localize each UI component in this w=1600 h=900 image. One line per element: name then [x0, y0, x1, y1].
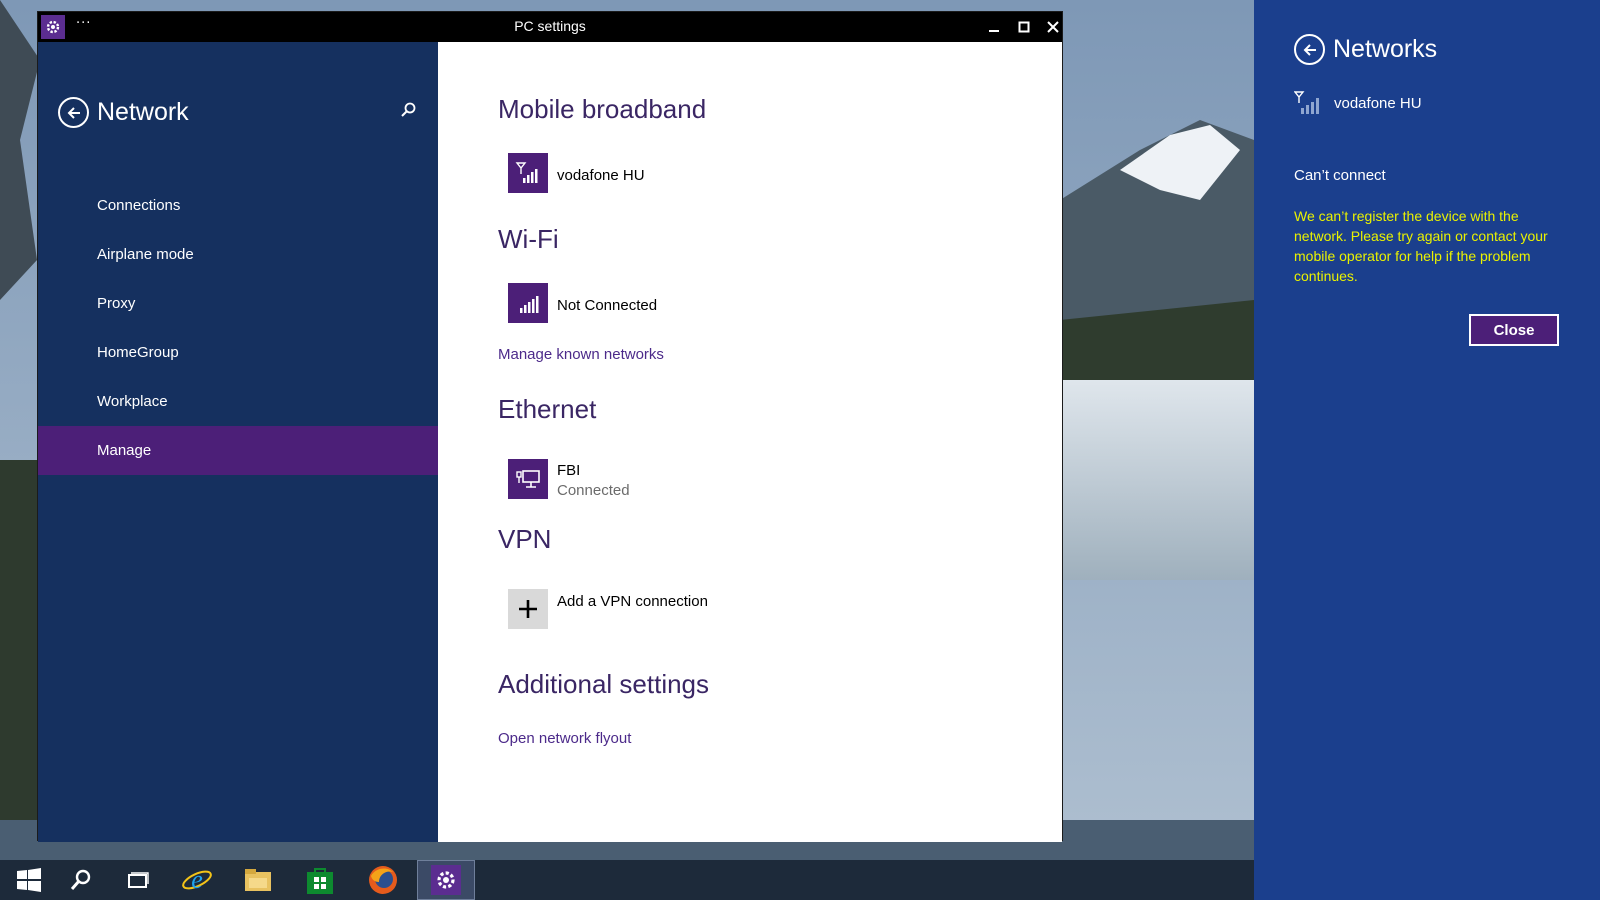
- close-icon: [1047, 21, 1059, 33]
- wifi-title: Wi-Fi: [498, 224, 559, 254]
- wifi-signal-icon: [520, 296, 539, 313]
- sidebar-item-label: HomeGroup: [97, 344, 179, 361]
- error-message: We can’t register the device with the ne…: [1294, 208, 1548, 284]
- minimize-icon: [989, 30, 999, 32]
- add-vpn-tile[interactable]: [508, 589, 548, 629]
- ethernet-tile[interactable]: [508, 459, 548, 499]
- wifi-tile[interactable]: [508, 283, 548, 323]
- wifi-status[interactable]: Not Connected: [557, 297, 657, 314]
- minimize-button[interactable]: [984, 17, 1004, 37]
- flyout-network-name: vodafone HU: [1334, 94, 1422, 112]
- sidebar-heading: Network: [97, 98, 189, 126]
- ethernet-title: Ethernet: [498, 394, 597, 424]
- task-view-icon: [128, 872, 149, 888]
- sidebar-item-label: Manage: [97, 442, 152, 459]
- manage-known-networks-link[interactable]: Manage known networks: [498, 346, 664, 363]
- search-icon: [401, 102, 416, 117]
- additional-settings-title: Additional settings: [498, 669, 710, 699]
- sidebar-item-airplane-mode[interactable]: Airplane mode: [38, 230, 438, 279]
- file-explorer-button[interactable]: [229, 860, 287, 900]
- back-arrow-icon: [58, 97, 89, 128]
- flyout-heading: Networks: [1333, 35, 1438, 63]
- internet-explorer-icon: e: [182, 865, 212, 894]
- svg-text:e: e: [191, 865, 203, 894]
- plus-icon: [519, 600, 537, 618]
- sidebar-item-label: Workplace: [97, 393, 168, 410]
- add-vpn-connection-label[interactable]: Add a VPN connection: [557, 593, 708, 610]
- sidebar-item-proxy[interactable]: Proxy: [38, 279, 438, 328]
- sidebar-item-label: Airplane mode: [97, 246, 194, 263]
- connection-status: Can’t connect: [1294, 167, 1386, 184]
- search-icon: [70, 869, 91, 890]
- back-arrow-icon: [1294, 34, 1325, 65]
- window-titlebar: ··· PC settings: [38, 12, 1062, 42]
- start-button[interactable]: [0, 860, 58, 900]
- close-button[interactable]: Close: [1469, 314, 1559, 346]
- search-taskbar-button[interactable]: [52, 860, 110, 900]
- ethernet-status: Connected: [557, 482, 630, 499]
- store-icon: [307, 868, 333, 894]
- settings-sidebar: Network Connections Airplane mode Proxy …: [38, 42, 438, 842]
- flyout-back-button[interactable]: Networks: [1294, 34, 1437, 65]
- start-icon: [17, 868, 41, 892]
- maximize-icon: [1018, 21, 1030, 33]
- taskbar: e: [0, 860, 1254, 900]
- settings-taskbar-button[interactable]: [417, 860, 475, 900]
- ethernet-network-name[interactable]: FBI: [557, 462, 580, 479]
- sidebar-item-label: Proxy: [97, 295, 136, 312]
- mobile-broadband-tile[interactable]: [508, 153, 548, 193]
- mobile-broadband-title: Mobile broadband: [498, 94, 707, 124]
- store-button[interactable]: [291, 860, 349, 900]
- task-view-button[interactable]: [108, 860, 166, 900]
- sidebar-item-manage[interactable]: Manage: [38, 426, 438, 475]
- sidebar-item-label: Connections: [97, 197, 181, 214]
- sidebar-item-connections[interactable]: Connections: [38, 181, 438, 230]
- search-button[interactable]: [400, 102, 416, 122]
- settings-content: Mobile broadband vodafone HU Wi-Fi Not C…: [438, 42, 1062, 842]
- sidebar-item-homegroup[interactable]: HomeGroup: [38, 328, 438, 377]
- sidebar-back-button[interactable]: Network: [58, 97, 189, 128]
- close-window-button[interactable]: [1043, 17, 1063, 37]
- vpn-title: VPN: [498, 524, 552, 554]
- mobile-broadband-network-name[interactable]: vodafone HU: [557, 167, 645, 184]
- internet-explorer-button[interactable]: e: [168, 860, 226, 900]
- settings-icon: [431, 865, 461, 895]
- cellular-signal-icon: [1294, 91, 1319, 114]
- open-network-flyout-link[interactable]: Open network flyout: [498, 730, 631, 747]
- file-explorer-icon: [245, 869, 271, 891]
- pc-settings-window: ··· PC settings Network Connections Airp…: [37, 11, 1063, 842]
- window-title: PC settings: [514, 18, 586, 34]
- maximize-button[interactable]: [1014, 17, 1034, 37]
- networks-flyout: Networks vodafone HU Can’t connect We ca…: [1254, 0, 1600, 900]
- ethernet-icon: [516, 470, 540, 488]
- firefox-button[interactable]: [354, 860, 412, 900]
- flyout-network-item[interactable]: vodafone HU: [1294, 90, 1422, 116]
- cellular-signal-icon: [515, 162, 538, 183]
- sidebar-item-workplace[interactable]: Workplace: [38, 377, 438, 426]
- firefox-icon: [369, 866, 397, 894]
